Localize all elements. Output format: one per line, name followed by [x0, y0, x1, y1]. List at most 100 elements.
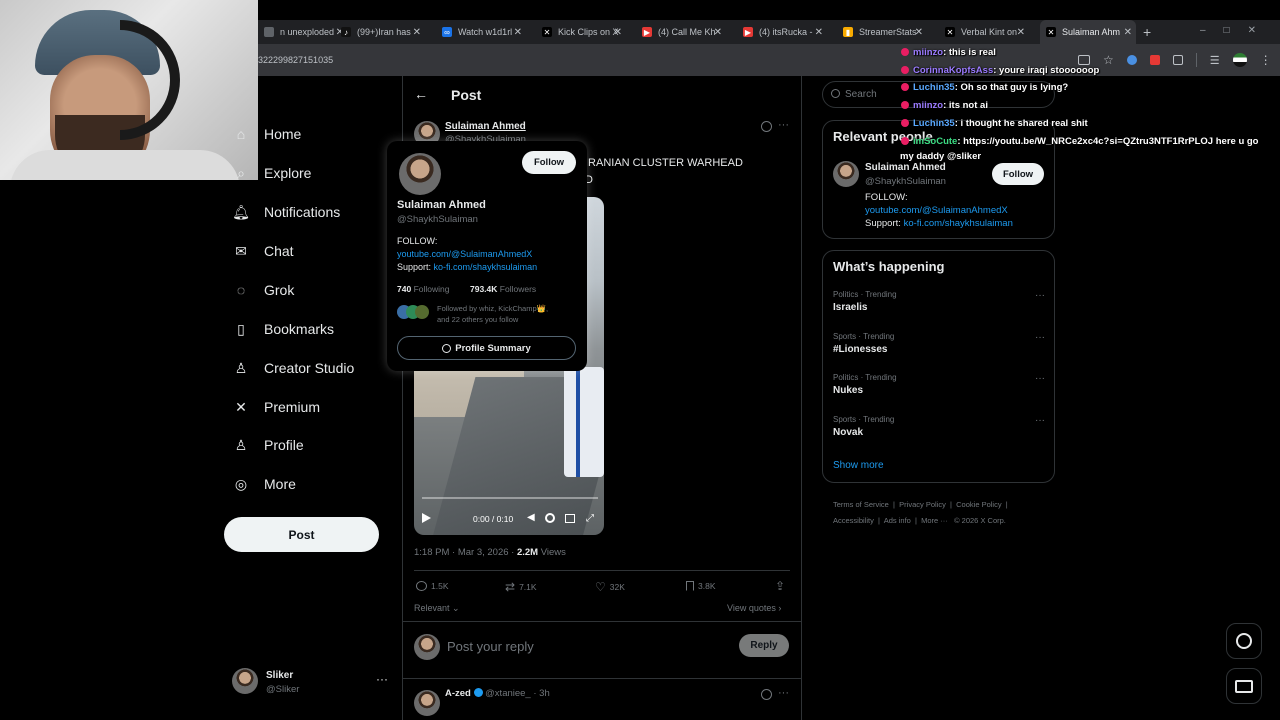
nav-item-bookmarks[interactable]: ▯ Bookmarks: [232, 320, 334, 338]
tab-close-icon[interactable]: ✕: [915, 27, 923, 38]
account-more-icon[interactable]: ···: [376, 672, 388, 686]
show-more-link[interactable]: Show more: [833, 460, 884, 471]
volume-icon[interactable]: ◀: [527, 512, 535, 523]
relevant-bio-link2[interactable]: ko-fi.com/shaykhsulaiman: [904, 218, 1013, 229]
trend-item[interactable]: Politics · Trending Nukes ···: [833, 373, 1045, 396]
next-reply-name[interactable]: A-zed: [445, 688, 471, 699]
hovercard-bio-support: Support: ko-fi.com/shaykhsulaiman: [397, 262, 537, 272]
separator: [1195, 53, 1197, 67]
trend-item[interactable]: Politics · Trending Israelis ···: [833, 290, 1045, 313]
hovercard-bio-link2[interactable]: ko-fi.com/shaykhsulaiman: [434, 262, 538, 272]
footer-cookie[interactable]: Cookie Policy: [956, 500, 1001, 509]
like-action[interactable]: ♡ 32K: [595, 580, 625, 594]
browser-tab[interactable]: ✕ Kick Clips on X ✕: [536, 20, 626, 44]
grok-float-button[interactable]: [1226, 623, 1262, 659]
trend-item[interactable]: Sports · Trending #Lionesses ···: [833, 332, 1045, 355]
tab-close-icon[interactable]: ✕: [714, 27, 722, 38]
tab-close-icon[interactable]: ✕: [815, 27, 823, 38]
nav-item-chat[interactable]: ✉ Chat: [232, 242, 293, 260]
footer-accessibility[interactable]: Accessibility: [833, 516, 874, 525]
timestamp-text: 1:18 PM · Mar 3, 2026 ·: [414, 547, 515, 558]
new-tab-button[interactable]: +: [1143, 24, 1151, 40]
view-quotes-link[interactable]: View quotes ›: [727, 603, 781, 613]
footer-privacy[interactable]: Privacy Policy: [899, 500, 946, 509]
profile-avatar-icon[interactable]: [1232, 53, 1247, 67]
nav-item-profile[interactable]: ♙ Profile: [232, 436, 304, 454]
browser-tab[interactable]: ▶ (4) Call Me Kh ✕: [636, 20, 726, 44]
shirt: [10, 150, 240, 180]
trend-more-icon[interactable]: ···: [1035, 415, 1045, 426]
nav-item-creator-studio[interactable]: ♙ Creator Studio: [232, 359, 355, 377]
menu-icon[interactable]: ⋮: [1260, 53, 1272, 67]
video-progress[interactable]: [422, 497, 598, 499]
hovercard-avatar[interactable]: [399, 153, 441, 195]
browser-tab[interactable]: ✕ Sulaiman Ahm ✕: [1040, 20, 1136, 44]
settings-icon[interactable]: [545, 513, 555, 523]
tab-close-icon[interactable]: ✕: [1124, 27, 1132, 38]
relevant-person-name[interactable]: Sulaiman Ahmed: [865, 162, 946, 173]
fullscreen-icon[interactable]: ⤢: [586, 513, 594, 524]
extension-icon-2[interactable]: [1149, 55, 1160, 65]
pip-icon[interactable]: [565, 514, 575, 523]
browser-tab[interactable]: ▶ (4) itsRucka - ✕: [737, 20, 827, 44]
nav-item-home[interactable]: ⌂ Home: [232, 125, 302, 143]
author-name[interactable]: Sulaiman Ahmed: [445, 121, 526, 132]
queue-icon[interactable]: ☰: [1210, 54, 1220, 67]
nav-item-notifications[interactable]: 🔔︎ Notifications: [232, 203, 340, 221]
hovercard-following[interactable]: 740 Following: [397, 284, 449, 294]
nav-item-grok[interactable]: ◌ Grok: [232, 281, 295, 299]
footer-ads[interactable]: Ads info: [884, 516, 911, 525]
bookmark-action[interactable]: 3.8K: [686, 581, 716, 591]
play-icon[interactable]: [422, 513, 431, 523]
repost-action[interactable]: ⇄ 7.1K: [505, 580, 537, 594]
profile-summary-button[interactable]: Profile Summary: [397, 336, 576, 360]
browser-tab[interactable]: ∞ Watch w1d1rl ✕: [436, 20, 526, 44]
nav-item-explore[interactable]: ⌕ Explore: [232, 164, 311, 182]
hovercard-bio-link1[interactable]: youtube.com/@SulaimanAhmedX: [397, 249, 532, 259]
next-reply-avatar[interactable]: [414, 690, 440, 716]
reply-action[interactable]: 1.5K: [416, 581, 449, 591]
nav-item-premium[interactable]: ✕ Premium: [232, 398, 320, 416]
address-url[interactable]: 322299827151035: [258, 55, 333, 65]
relevant-follow-button[interactable]: Follow: [992, 163, 1044, 185]
footer-terms[interactable]: Terms of Service: [833, 500, 889, 509]
browser-tab[interactable]: ✕ Verbal Kint on ✕: [939, 20, 1029, 44]
footer-more[interactable]: More ···: [921, 516, 948, 525]
install-icon[interactable]: [1078, 55, 1090, 65]
tab-close-icon[interactable]: ✕: [614, 27, 622, 38]
grok-icon[interactable]: [761, 121, 772, 132]
hovercard-name[interactable]: Sulaiman Ahmed: [397, 199, 486, 211]
extension-icon-1[interactable]: [1126, 55, 1137, 65]
post-more-icon[interactable]: ···: [778, 119, 789, 131]
messages-float-button[interactable]: [1226, 668, 1262, 704]
trend-more-icon[interactable]: ···: [1035, 290, 1045, 301]
browser-tab[interactable]: ♪ (99+)Iran has ✕: [335, 20, 425, 44]
account-name[interactable]: Sliker: [266, 670, 293, 681]
tab-close-icon[interactable]: ✕: [1017, 27, 1025, 38]
tab-close-icon[interactable]: ✕: [514, 27, 522, 38]
reply-button[interactable]: Reply: [739, 634, 789, 657]
trend-more-icon[interactable]: ···: [1035, 332, 1045, 343]
post-button[interactable]: Post: [224, 517, 379, 552]
share-icon[interactable]: ⇪: [775, 579, 785, 593]
relevant-person-avatar[interactable]: [833, 161, 859, 187]
trend-item[interactable]: Sports · Trending Novak ···: [833, 415, 1045, 438]
sort-dropdown[interactable]: Relevant ⌄: [414, 603, 460, 614]
back-arrow-icon[interactable]: ←: [414, 86, 428, 102]
star-icon[interactable]: ☆: [1103, 53, 1114, 67]
browser-tab[interactable]: ▮ StreamerStats ✕: [837, 20, 927, 44]
account-avatar[interactable]: [232, 668, 258, 694]
grok-icon[interactable]: [761, 689, 772, 700]
relevant-bio-link1[interactable]: youtube.com/@SulaimanAhmedX: [865, 205, 1008, 216]
extension-icon-3[interactable]: [1172, 55, 1183, 65]
hovercard-follow-button[interactable]: Follow: [522, 151, 576, 174]
trend-more-icon[interactable]: ···: [1035, 373, 1045, 384]
bookmark-icon: ▯: [237, 320, 245, 337]
tab-close-icon[interactable]: ✕: [413, 27, 421, 38]
nav-item-more[interactable]: ◎ More: [232, 475, 296, 493]
reply-input[interactable]: Post your reply: [447, 639, 534, 654]
youtube-icon: ▶: [642, 27, 652, 37]
trend-context: Politics · Trending: [833, 290, 897, 299]
hovercard-followers[interactable]: 793.4K Followers: [470, 284, 536, 294]
reply-more-icon[interactable]: ···: [778, 687, 789, 699]
